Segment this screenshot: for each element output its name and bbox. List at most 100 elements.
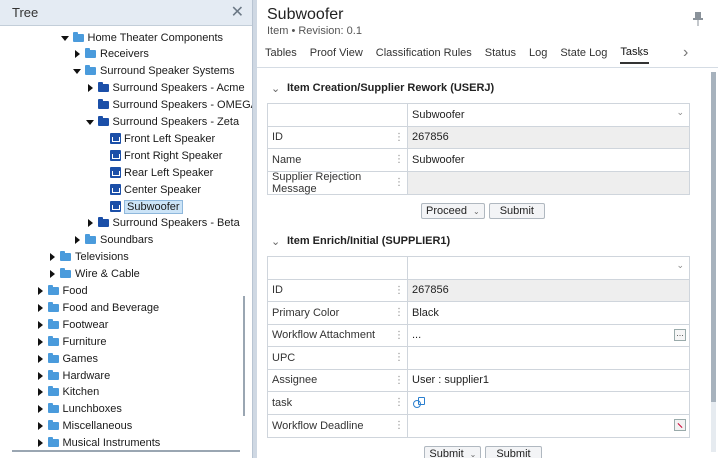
tree-item[interactable]: Surround Speakers - Zeta xyxy=(85,114,239,131)
chevron-right-icon[interactable]: › xyxy=(683,44,688,62)
field-value-input[interactable]: ...… xyxy=(408,325,689,347)
tree-item[interactable]: Food xyxy=(36,283,88,300)
chevron-down-icon[interactable]: ⌄ xyxy=(271,82,281,95)
expand-triangle-icon[interactable] xyxy=(73,236,81,245)
expand-triangle-icon[interactable] xyxy=(36,320,44,329)
tree-item[interactable]: Surround Speakers - OMEGA xyxy=(86,97,252,114)
field-menu-icon[interactable]: ⋮ xyxy=(394,420,404,431)
field-value-input[interactable] xyxy=(408,415,689,438)
action-select[interactable]: Submit ⌄ xyxy=(424,446,482,458)
expand-triangle-icon[interactable] xyxy=(36,287,44,295)
scrollbar-thumb[interactable] xyxy=(711,72,716,402)
expand-triangle-icon[interactable] xyxy=(86,84,94,93)
state-select[interactable]: Subwoofer ⌄ xyxy=(408,104,689,126)
tree-item[interactable]: Surround Speakers - Beta xyxy=(86,215,240,232)
tree-item[interactable]: Wire & Cable xyxy=(48,266,140,283)
tree-item[interactable]: Center Speaker xyxy=(98,181,201,198)
tree-item[interactable]: Front Right Speaker xyxy=(98,147,222,164)
task-icon[interactable] xyxy=(412,396,425,409)
field-value-input[interactable]: Subwoofer xyxy=(408,149,689,171)
tab-proof-view[interactable]: Proof View xyxy=(310,47,363,63)
tree-item[interactable]: Surround Speakers - Acme xyxy=(86,80,245,97)
tree-item[interactable]: Home Theater Components xyxy=(60,29,223,46)
tree-item[interactable]: Games xyxy=(36,350,98,367)
tree-item[interactable]: Subwoofer xyxy=(98,198,183,215)
expand-triangle-icon[interactable] xyxy=(48,270,56,279)
action-select[interactable]: Proceed ⌄ xyxy=(421,203,485,219)
folder-icon xyxy=(60,268,71,279)
state-select-row[interactable]: Subwoofer ⌄ xyxy=(268,104,689,127)
chevron-down-icon: ⌄ xyxy=(469,449,477,458)
tree-item[interactable]: Hardware xyxy=(36,367,110,384)
submit-button[interactable]: Submit xyxy=(488,203,545,219)
collapse-triangle-icon[interactable] xyxy=(60,34,69,42)
field-menu-icon[interactable]: ⋮ xyxy=(394,352,404,363)
tree-item[interactable]: Food and Beverage xyxy=(36,299,159,316)
field-menu-icon[interactable]: ⋮ xyxy=(394,154,404,165)
field-value-input[interactable] xyxy=(408,347,689,369)
form-row: Supplier Rejection Message ⋮ xyxy=(268,170,689,195)
tab-tables[interactable]: Tables xyxy=(265,47,297,63)
expand-triangle-icon[interactable] xyxy=(36,405,44,414)
collapse-triangle-icon[interactable] xyxy=(73,67,81,75)
field-label: Supplier Rejection Message xyxy=(272,170,362,195)
expand-triangle-icon[interactable] xyxy=(36,337,44,346)
tree-item[interactable]: Rear Left Speaker xyxy=(98,164,213,181)
field-menu-icon[interactable]: ⋮ xyxy=(394,132,404,143)
field-menu-icon[interactable]: ⋮ xyxy=(394,375,404,386)
browse-button[interactable]: … xyxy=(674,328,686,341)
expand-triangle-icon[interactable] xyxy=(36,422,44,431)
expand-triangle-icon[interactable] xyxy=(73,50,81,59)
field-menu-icon[interactable]: ⋮ xyxy=(394,307,404,318)
tree-item[interactable]: Miscellaneous xyxy=(36,418,132,435)
state-select[interactable]: ⌄ xyxy=(408,257,689,279)
expand-triangle-icon[interactable] xyxy=(48,253,56,262)
tree-item[interactable]: Furniture xyxy=(36,333,107,350)
pin-icon[interactable] xyxy=(692,12,704,26)
tree-item[interactable]: Footwear xyxy=(36,316,108,333)
tab-classification-rules[interactable]: Classification Rules xyxy=(376,47,472,63)
tree-item[interactable]: Surround Speaker Systems xyxy=(73,63,235,80)
tree-item[interactable]: Kitchen xyxy=(36,384,99,401)
expand-triangle-icon[interactable] xyxy=(36,354,44,363)
collapse-triangle-icon[interactable] xyxy=(85,118,94,126)
chevron-down-icon[interactable]: ⌄ xyxy=(271,235,281,248)
tab-state-log[interactable]: State Log xyxy=(560,47,607,63)
tree-item[interactable]: Receivers xyxy=(73,46,149,63)
section-header[interactable]: ⌄ Item Creation/Supplier Rework (USERJ) xyxy=(267,77,699,99)
tab-tasks[interactable]: Tasks xyxy=(620,46,649,64)
section-header[interactable]: ⌄ Item Enrich/Initial (SUPPLIER1) xyxy=(267,230,699,252)
expand-triangle-icon[interactable] xyxy=(36,303,44,312)
field-value-input[interactable]: Black xyxy=(408,302,689,324)
expand-triangle-icon[interactable] xyxy=(36,388,44,397)
tree-item[interactable]: Lunchboxes xyxy=(36,401,122,418)
state-select-row[interactable]: ⌄ xyxy=(268,257,689,280)
content-scrollbar[interactable] xyxy=(711,72,716,452)
tree-item-label: Musical Instruments xyxy=(62,437,161,450)
tree-item[interactable]: Front Left Speaker xyxy=(98,130,215,147)
close-icon[interactable]: ✕ xyxy=(231,4,244,21)
field-label-cell: Assignee ⋮ xyxy=(268,369,408,391)
tab-status[interactable]: Status xyxy=(485,47,516,63)
submit-button[interactable]: Submit xyxy=(485,446,542,458)
field-menu-icon[interactable]: ⋮ xyxy=(394,397,404,408)
chevron-left-icon[interactable]: ‹ xyxy=(637,44,642,62)
expand-triangle-icon[interactable] xyxy=(36,371,44,380)
field-value-input[interactable] xyxy=(408,392,689,414)
tree-vertical-scrollbar[interactable] xyxy=(243,296,245,416)
field-menu-icon[interactable]: ⋮ xyxy=(394,285,404,296)
tree-item[interactable]: Musical Instruments xyxy=(36,435,161,452)
form-row: Workflow Attachment ⋮...… xyxy=(268,324,689,347)
field-value-input[interactable]: User : supplier1 xyxy=(408,370,689,392)
field-menu-icon[interactable]: ⋮ xyxy=(394,177,404,188)
field-menu-icon[interactable]: ⋮ xyxy=(394,330,404,341)
expand-triangle-icon[interactable] xyxy=(36,439,44,448)
calendar-icon[interactable] xyxy=(674,418,686,431)
tree-item[interactable]: Soundbars xyxy=(73,232,153,249)
tree-item[interactable]: Televisions xyxy=(48,249,129,266)
field-value-input: 267856 xyxy=(408,126,689,148)
tree-body[interactable]: Home Theater Components Receivers Surround… xyxy=(0,26,252,458)
tree-item-label: Receivers xyxy=(100,48,149,61)
expand-triangle-icon[interactable] xyxy=(86,219,94,228)
tab-log[interactable]: Log xyxy=(529,47,547,63)
